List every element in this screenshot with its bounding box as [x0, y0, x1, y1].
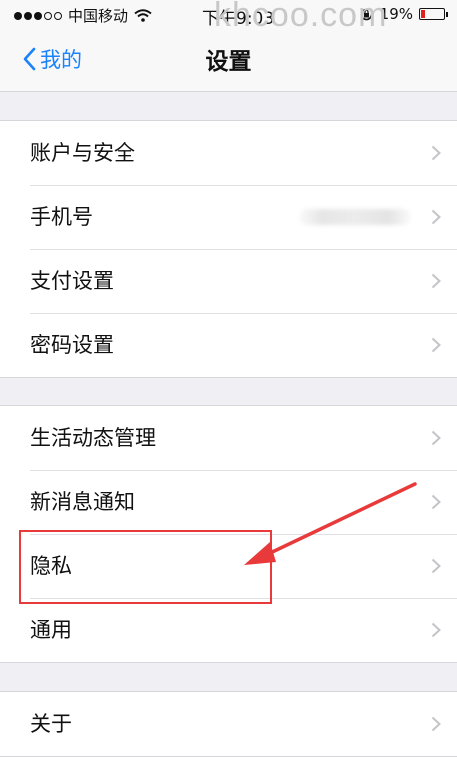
- settings-item-label: 生活动态管理: [30, 426, 156, 450]
- chevron-right-icon: [431, 558, 441, 574]
- chevron-right-icon: [431, 145, 441, 161]
- settings-item-password[interactable]: 密码设置: [0, 313, 457, 377]
- settings-group-about: 关于: [0, 691, 457, 757]
- phone-number-redacted: [299, 209, 411, 225]
- settings-item-phone[interactable]: 手机号: [0, 185, 457, 249]
- settings-item-privacy[interactable]: 隐私: [0, 534, 457, 598]
- chevron-right-icon: [431, 494, 441, 510]
- settings-item-about[interactable]: 关于: [0, 692, 457, 756]
- chevron-right-icon: [431, 622, 441, 638]
- chevron-right-icon: [431, 273, 441, 289]
- status-left: 中国移动: [14, 5, 152, 26]
- settings-item-label: 隐私: [30, 554, 72, 578]
- settings-item-label: 通用: [30, 618, 72, 642]
- battery-fill: [421, 10, 425, 18]
- settings-item-label: 支付设置: [30, 269, 114, 293]
- signal-icon: [14, 11, 62, 20]
- chevron-right-icon: [431, 430, 441, 446]
- navigation-bar: 我的 设置: [0, 30, 457, 92]
- settings-group-account: 账户与安全 手机号 支付设置 密码设置: [0, 120, 457, 378]
- settings-item-moments[interactable]: 生活动态管理: [0, 406, 457, 470]
- chevron-right-icon: [431, 209, 441, 225]
- status-bar: 中国移动 下午9:03 19% khcoo.com: [0, 0, 457, 34]
- settings-item-label: 关于: [30, 712, 72, 736]
- settings-item-notifications[interactable]: 新消息通知: [0, 470, 457, 534]
- settings-item-account-security[interactable]: 账户与安全: [0, 121, 457, 185]
- chevron-right-icon: [431, 716, 441, 732]
- wifi-icon: [134, 9, 152, 22]
- chevron-right-icon: [431, 337, 441, 353]
- settings-item-label: 手机号: [30, 205, 93, 229]
- settings-item-label: 账户与安全: [30, 141, 135, 165]
- carrier-name: 中国移动: [68, 7, 129, 25]
- settings-group-general: 生活动态管理 新消息通知 隐私 通用: [0, 405, 457, 663]
- settings-item-general[interactable]: 通用: [0, 598, 457, 662]
- battery-icon: [419, 8, 448, 20]
- settings-item-label: 密码设置: [30, 333, 114, 357]
- settings-item-label: 新消息通知: [30, 490, 135, 514]
- settings-item-payment[interactable]: 支付设置: [0, 249, 457, 313]
- page-title: 设置: [205, 49, 252, 75]
